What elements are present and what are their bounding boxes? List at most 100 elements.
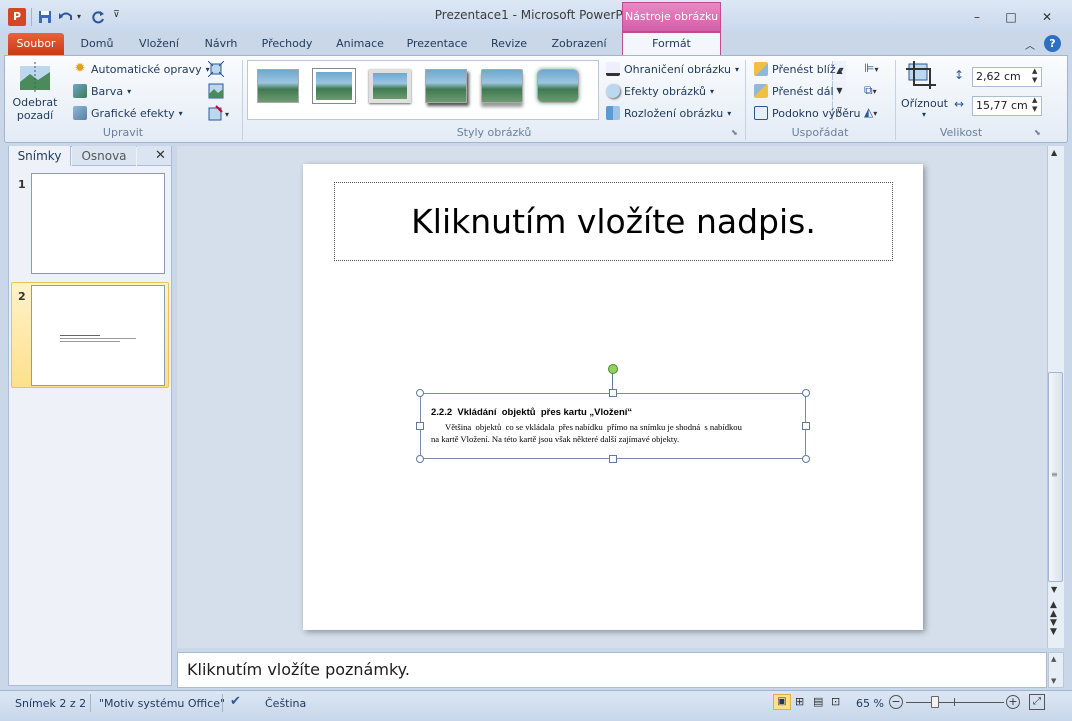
redo-icon[interactable] [90, 9, 106, 25]
zoom-slider-track[interactable] [906, 702, 1004, 703]
spelling-check-icon[interactable]: ✔ [230, 694, 241, 709]
language[interactable]: Čeština [265, 697, 306, 710]
scroll-down-icon[interactable]: ▼ [1051, 585, 1057, 594]
scroll-up-icon[interactable]: ▲ [1051, 148, 1057, 157]
change-picture-icon[interactable] [208, 83, 224, 99]
reset-picture-icon[interactable]: ▾ [208, 105, 232, 121]
crop-label: Oříznout [901, 97, 948, 110]
resize-handle-bl[interactable] [416, 455, 424, 463]
crop-button[interactable]: Oříznout ▾ [901, 97, 948, 119]
tab-transitions[interactable]: Přechody [252, 33, 322, 55]
picture-layout-button[interactable]: Rozložení obrázku ▾ [606, 104, 731, 122]
tab-design[interactable]: Návrh [196, 33, 246, 55]
picture-style-3[interactable] [369, 69, 411, 103]
zoom-slider-thumb[interactable] [931, 696, 939, 708]
width-spinner[interactable]: ▲ ▼ [1032, 96, 1037, 114]
resize-handle-r[interactable] [802, 422, 810, 430]
picture-style-1[interactable] [257, 69, 299, 103]
align-icon[interactable]: ⊫▾ [864, 61, 878, 75]
tab-home[interactable]: Domů [70, 33, 124, 55]
picture-style-5[interactable] [481, 69, 523, 103]
tab-animations[interactable]: Animace [330, 33, 390, 55]
resize-handle-tl[interactable] [416, 389, 424, 397]
resize-handle-t[interactable] [609, 389, 617, 397]
height-spinner[interactable]: ▲ ▼ [1032, 67, 1037, 85]
send-backward-label: Přenést dál [772, 84, 834, 98]
notes-scroll-down-icon[interactable]: ▼ [1051, 677, 1056, 685]
resize-handle-br[interactable] [802, 455, 810, 463]
customize-qat-icon[interactable]: ⊽ [113, 10, 120, 20]
compress-pictures-icon[interactable] [207, 60, 225, 78]
tab-insert[interactable]: Vložení [130, 33, 188, 55]
powerpoint-logo-icon[interactable]: P [8, 8, 26, 26]
bring-forward-icon [754, 62, 768, 76]
tab-slides[interactable]: Snímky [9, 146, 71, 166]
picture-border-label: Ohraničení obrázku [624, 62, 732, 76]
pencil-icon [606, 62, 620, 76]
zoom-in-icon[interactable]: + [1006, 695, 1020, 709]
undo-icon[interactable] [58, 9, 74, 25]
corrections-button[interactable]: ✹ Automatické opravy ▾ [73, 60, 210, 78]
picture-style-4[interactable] [425, 69, 467, 103]
minimize-ribbon-icon[interactable]: ︿ [1025, 37, 1035, 52]
styles-dialog-launcher-icon[interactable]: ⬊ [731, 128, 738, 137]
previous-slide-icon[interactable]: ▲ ▲ [1050, 601, 1057, 619]
notes-scroll-up-icon[interactable]: ▲ [1051, 655, 1056, 663]
resize-handle-tr[interactable] [802, 389, 810, 397]
resize-handle-b[interactable] [609, 455, 617, 463]
tab-slideshow[interactable]: Prezentace [400, 33, 474, 55]
color-button[interactable]: Barva ▾ [73, 82, 131, 100]
artistic-effects-button[interactable]: Grafické efekty ▾ [73, 104, 183, 122]
maximize-button[interactable]: □ [1000, 8, 1022, 26]
close-panel-icon[interactable]: ✕ [155, 148, 166, 163]
zoom-level[interactable]: 65 % [856, 697, 884, 710]
tab-review[interactable]: Revize [482, 33, 536, 55]
next-slide-icon[interactable]: ▼ ▼ [1050, 619, 1057, 637]
close-button[interactable]: ✕ [1036, 8, 1058, 26]
slideshow-view-icon[interactable]: ⊡ [831, 695, 840, 708]
zoom-out-icon[interactable]: − [889, 695, 903, 709]
group-icon[interactable]: ⧉▾ [864, 83, 877, 98]
tab-view[interactable]: Zobrazení [544, 33, 614, 55]
size-dialog-launcher-icon[interactable]: ⬊ [1034, 128, 1041, 137]
picture-body-line-1: Většina objektů co se vkládala přes nabí… [445, 422, 742, 432]
normal-view-icon[interactable]: ▣ [773, 694, 791, 710]
slide-sorter-icon[interactable]: ⊞ [795, 695, 804, 708]
picture-style-6[interactable] [537, 69, 579, 103]
slide-number-2: 2 [18, 290, 26, 303]
rotate-icon[interactable]: ◭▾ [864, 105, 877, 119]
notes-pane[interactable]: Kliknutím vložíte poznámky. [177, 652, 1047, 688]
scrollbar-grip-icon: ≡ [1051, 470, 1058, 479]
selected-picture[interactable]: 2.2.2 Vkládání objektů přes kartu „Vlože… [420, 393, 806, 459]
theme-name[interactable]: "Motiv systému Office" [99, 697, 225, 710]
bring-forward-button[interactable]: Přenést blíž ▾ [754, 60, 844, 78]
bring-forward-label: Přenést blíž [772, 62, 836, 76]
tab-outline[interactable]: Osnova [72, 146, 136, 166]
crop-icon[interactable] [906, 61, 936, 89]
picture-layout-label: Rozložení obrázku [624, 106, 724, 120]
minimize-button[interactable]: – [966, 8, 988, 26]
undo-dropdown-icon[interactable]: ▾ [77, 12, 81, 21]
slide-thumbnail-2[interactable] [31, 285, 165, 386]
picture-style-2[interactable] [313, 69, 355, 103]
selection-pane-button[interactable]: Podokno výběru [754, 104, 861, 122]
send-backward-button[interactable]: Přenést dál ▾ [754, 82, 842, 100]
slide-thumbnail-1[interactable] [31, 173, 165, 274]
tab-format[interactable]: Formát [622, 32, 721, 56]
remove-background-icon[interactable] [18, 62, 52, 92]
resize-handle-l[interactable] [416, 422, 424, 430]
picture-border-button[interactable]: Ohraničení obrázku ▾ [606, 60, 739, 78]
title-placeholder[interactable]: Kliknutím vložíte nadpis. [334, 182, 893, 261]
picture-effects-button[interactable]: Efekty obrázků ▾ [606, 82, 714, 100]
tab-file[interactable]: Soubor [8, 33, 64, 55]
picture-effects-label: Efekty obrázků [624, 84, 707, 98]
adjust-group-label: Upravit [102, 126, 144, 139]
help-icon[interactable]: ? [1044, 35, 1061, 52]
reading-view-icon[interactable]: ▤ [813, 695, 823, 708]
rotation-handle[interactable] [608, 364, 618, 374]
slide-counter: Snímek 2 z 2 [15, 697, 87, 710]
remove-background-button[interactable]: Odebrat pozadí [10, 96, 60, 122]
color-icon [73, 84, 87, 98]
fit-to-window-icon[interactable]: ⤢ [1029, 694, 1045, 710]
save-icon[interactable] [37, 9, 53, 25]
